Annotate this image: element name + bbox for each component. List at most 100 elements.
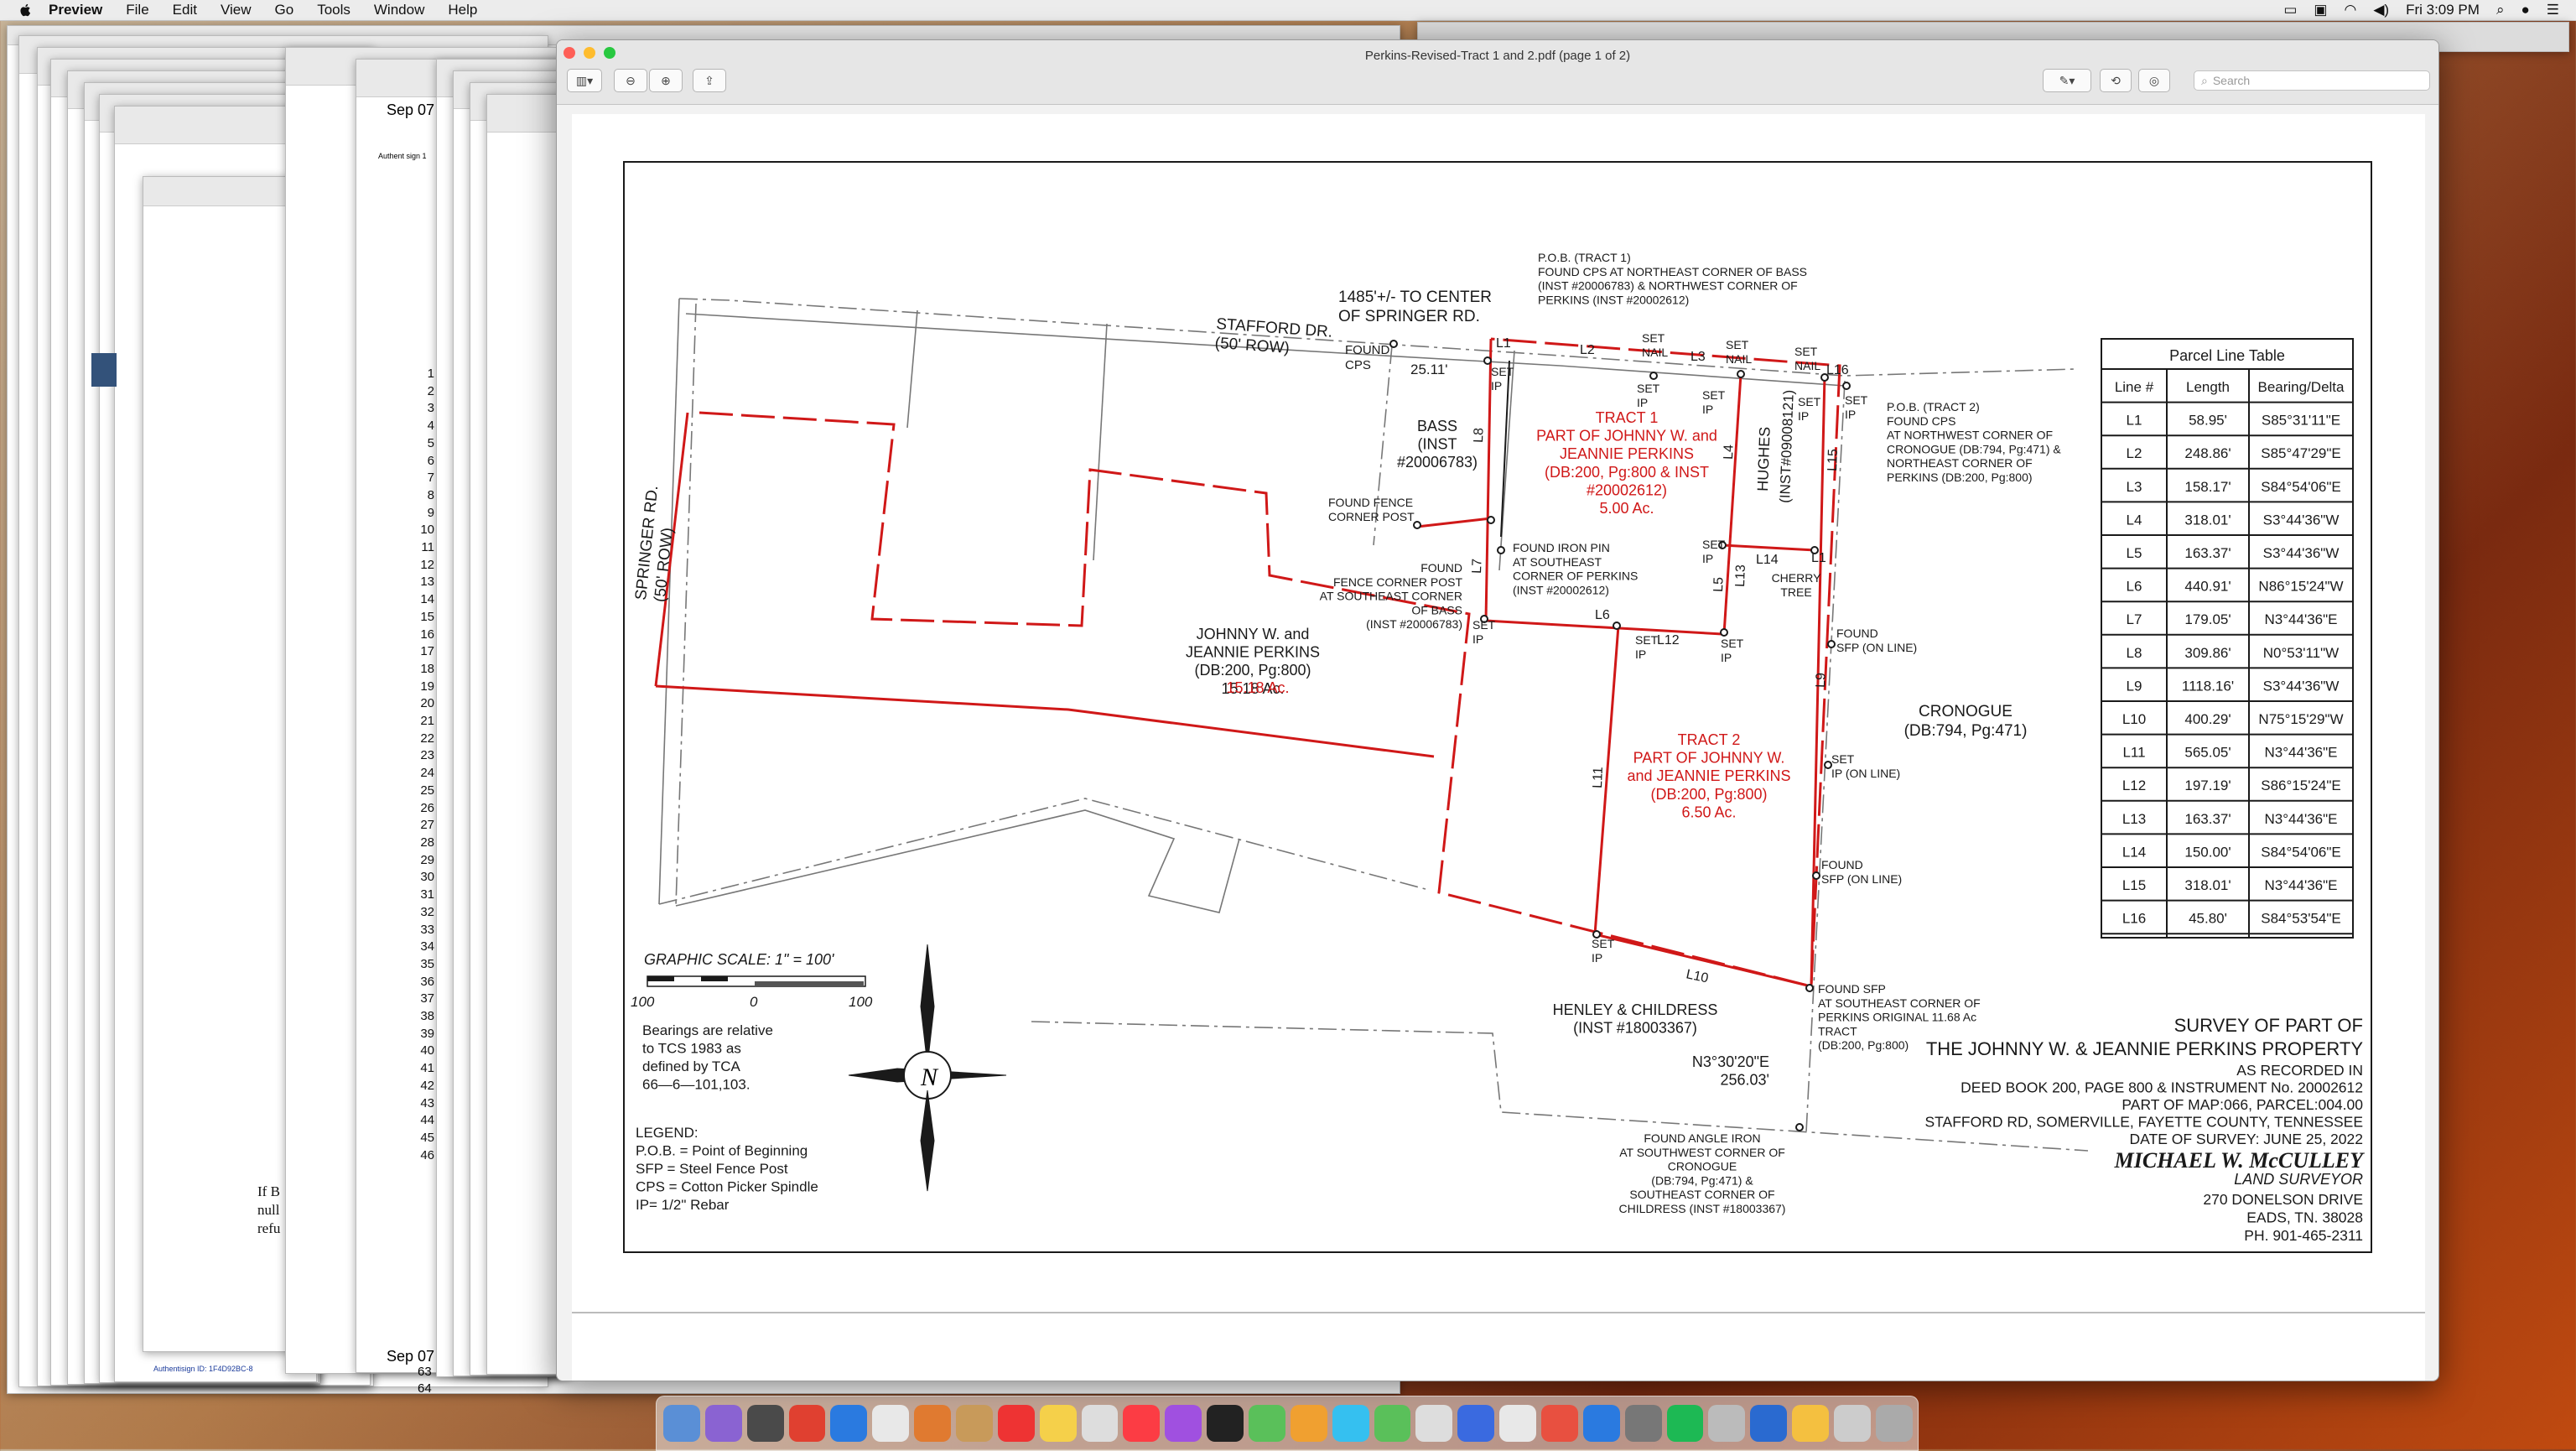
dock-app-icon[interactable] — [914, 1405, 952, 1442]
legend: LEGEND: P.O.B. = Point of Beginning SFP = … — [636, 1125, 818, 1213]
parcel-table-cell: N3°44'36"E — [2265, 745, 2338, 761]
dock-app-icon[interactable] — [1875, 1405, 1913, 1442]
parcel-table-cell: S86°15'24"E — [2261, 778, 2340, 793]
dock-app-icon[interactable] — [1374, 1405, 1411, 1442]
surveyor-name: MICHAEL W. McCULLEY — [2114, 1148, 2366, 1173]
dock-app-icon[interactable] — [1708, 1405, 1746, 1442]
found-cps-label: FOUND CPS — [1345, 343, 1389, 372]
parcel-table-cell: L9 — [2127, 678, 2142, 694]
dock-app-icon[interactable] — [1457, 1405, 1495, 1442]
dock-app-icon[interactable] — [788, 1405, 826, 1442]
parcel-table-cell: N3°44'36"E — [2265, 877, 2338, 893]
set-ip-label: SET IP — [1592, 937, 1615, 965]
parcel-table-cell: N75°15'29"W — [2258, 711, 2343, 727]
line-label-l4: L4 — [1722, 445, 1737, 460]
line-label-l14: L14 — [1756, 553, 1779, 567]
set-nail-label: SET NAIL — [1642, 331, 1668, 359]
set-ip-label: SET IP — [1491, 365, 1514, 393]
parcel-table-cell: 565.05' — [2184, 745, 2231, 761]
parcel-table-header: Bearing/Delta — [2257, 379, 2345, 395]
line-label-l7: L7 — [1470, 559, 1485, 574]
set-nail-label: SET NAIL — [1726, 338, 1752, 366]
dock-app-icon[interactable] — [746, 1405, 784, 1442]
set-ip-online-label: SET IP (ON LINE) — [1831, 752, 1900, 780]
parcel-table-cell: L12 — [2122, 778, 2146, 793]
set-ip-label: SET IP — [1702, 538, 1726, 565]
set-ip-label: SET IP — [1702, 388, 1726, 416]
dock-app-icon[interactable] — [1165, 1405, 1202, 1442]
dock-app-icon[interactable] — [1123, 1405, 1161, 1442]
parcel-table-cell: 150.00' — [2184, 844, 2231, 860]
line-label-l12: L12 — [1657, 633, 1680, 647]
pob-tract1-note: P.O.B. (TRACT 1) FOUND CPS AT NORTHEAST C… — [1538, 251, 1807, 306]
dock-app-icon[interactable] — [1750, 1405, 1788, 1442]
parcel-table-cell: L13 — [2122, 811, 2146, 827]
parcel-table-cell: 309.86' — [2184, 645, 2231, 661]
parcel-table-cell: S3°44'36"W — [2263, 545, 2340, 561]
survey-drawing: N STAFFORD DR.(50' ROW)1485'+/- TO CENTE… — [623, 161, 2372, 1253]
dock-app-icon[interactable] — [1081, 1405, 1119, 1442]
dock-app-icon[interactable] — [1792, 1405, 1830, 1442]
cherry-tree-label: CHERRY TREE — [1772, 571, 1822, 599]
dock-app-icon[interactable] — [1624, 1405, 1662, 1442]
bass-parcel-label: BASS (INST #20006783) — [1397, 418, 1478, 471]
line-label-l13: L13 — [1733, 564, 1748, 587]
parcel-table-cell: L16 — [2122, 911, 2146, 927]
parcel-table-cell: 45.80' — [2189, 911, 2227, 927]
line-label-l8: L8 — [1472, 428, 1487, 443]
line-label-l1: L1 — [1496, 336, 1511, 351]
dock-app-icon[interactable] — [1332, 1405, 1369, 1442]
set-ip-label: SET IP — [1721, 637, 1744, 664]
parcel-table-cell: L11 — [2122, 745, 2145, 761]
found-angle-iron-label: FOUND ANGLE IRON AT SOUTHWEST CORNER OF CR… — [1619, 1131, 1786, 1215]
bearing-n3-label: N3°30'20"E 256.03' — [1692, 1053, 1769, 1089]
parcel-table-cell: 197.19' — [2184, 778, 2231, 793]
dock-app-icon[interactable] — [997, 1405, 1035, 1442]
dock-app-icon[interactable] — [1666, 1405, 1704, 1442]
dock-app-icon[interactable] — [1582, 1405, 1620, 1442]
tract1-label: TRACT 1 PART OF JOHNNY W. and JEANNIE PERK… — [1536, 409, 1717, 517]
scale-tick-0: 0 — [750, 994, 758, 1010]
dock-app-icon[interactable] — [1541, 1405, 1578, 1442]
dock-app-icon[interactable] — [1415, 1405, 1453, 1442]
surveyor-role: LAND SURVEYOR — [2234, 1171, 2363, 1188]
dock-app-icon[interactable] — [1207, 1405, 1244, 1442]
parcel-table-cell: L6 — [2127, 579, 2142, 595]
dock-app-icon[interactable] — [1499, 1405, 1537, 1442]
set-ip-label: SET IP — [1635, 633, 1659, 661]
dock-app-icon[interactable] — [1834, 1405, 1871, 1442]
parcel-table-cell: L5 — [2127, 545, 2142, 561]
parcel-table-cell: L7 — [2127, 611, 2142, 627]
parcel-table-cell: S85°47'29"E — [2261, 445, 2340, 461]
parcel-table-cell: 248.86' — [2184, 445, 2231, 461]
surveyor-address: 270 DONELSON DRIVE EADS, TN. 38028 PH. 901… — [2203, 1191, 2363, 1244]
set-ip-label: SET IP — [1472, 618, 1496, 646]
hughes-label: HUGHES — [1754, 426, 1774, 491]
scale-tick-100-left: 100 — [631, 994, 655, 1010]
set-ip-label: SET IP — [1637, 382, 1660, 409]
dock-app-icon[interactable] — [872, 1405, 910, 1442]
johnny-acreage-label: 15.18 Ac. — [1226, 679, 1289, 696]
parcel-table-cell: 163.37' — [2184, 811, 2231, 827]
dock-app-icon[interactable] — [830, 1405, 868, 1442]
parcel-table-cell: N3°44'36"E — [2265, 611, 2338, 627]
dock-app-icon[interactable] — [663, 1405, 700, 1442]
dock-app-icon[interactable] — [1290, 1405, 1327, 1442]
found-sfp-online2-label: FOUND SFP (ON LINE) — [1821, 858, 1902, 886]
set-ip-label: SET IP — [1845, 393, 1868, 421]
parcel-table-cell: S3°44'36"W — [2263, 512, 2340, 528]
dock-app-icon[interactable] — [1039, 1405, 1077, 1442]
dock-app-icon[interactable] — [704, 1405, 742, 1442]
parcel-table-cell: L8 — [2127, 645, 2142, 661]
dock-app-icon[interactable] — [1249, 1405, 1285, 1442]
line-label-l11: L11 — [1591, 767, 1606, 788]
parcel-table-cell: S84°54'06"E — [2261, 844, 2340, 860]
parcel-table-cell: N0°53'11"W — [2263, 645, 2339, 661]
parcel-table-cell: 318.01' — [2184, 877, 2231, 893]
dock-app-icon[interactable] — [956, 1405, 993, 1442]
parcel-table-cell: S84°53'54"E — [2261, 911, 2340, 927]
set-ip-label: SET IP — [1798, 395, 1821, 423]
parcel-table-cell: N86°15'24"W — [2258, 579, 2343, 595]
line-label-l9: L9 — [1814, 673, 1829, 688]
line-label-l3: L3 — [1690, 350, 1706, 364]
